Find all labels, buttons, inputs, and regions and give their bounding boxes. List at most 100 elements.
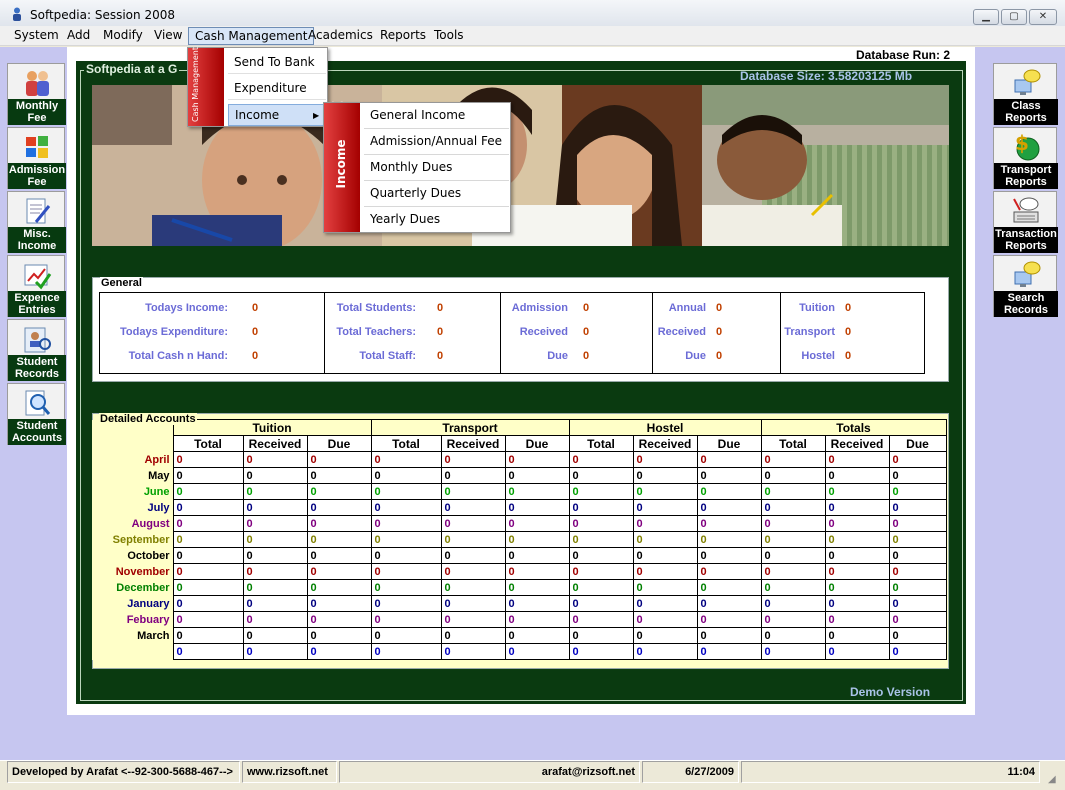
amount-cell: 0 (760, 483, 826, 500)
amount-cell: 0 (242, 451, 308, 468)
amount-cell: 0 (632, 515, 698, 532)
menu-item-quarterly-dues[interactable]: Quarterly Dues (364, 181, 509, 207)
database-size: Database Size: 3.58203125 Mb (740, 69, 913, 83)
amount-cell: 0 (568, 483, 634, 500)
amount-cell: 0 (760, 467, 826, 484)
amount-cell: 0 (242, 531, 308, 548)
amount-cell: 0 (440, 579, 506, 596)
general-label: Total Students: (336, 302, 416, 314)
svg-text:$: $ (1015, 132, 1029, 155)
amount-cell: 0 (632, 643, 698, 660)
column-header: Received (440, 435, 506, 452)
window-title: Softpedia: Session 2008 (30, 8, 175, 22)
menu-item-send-to-bank[interactable]: Send To Bank (228, 52, 326, 74)
menu-item-admission-annual-fee[interactable]: Admission/Annual Fee (364, 129, 509, 155)
amount-cell: 0 (370, 483, 442, 500)
admission-fee-button[interactable]: Admission Fee (7, 127, 66, 189)
amount-cell: 0 (242, 643, 308, 660)
menu-item-income[interactable]: Income (228, 104, 326, 126)
menu-view[interactable]: View (148, 27, 188, 45)
amount-cell: 0 (306, 563, 372, 580)
menu-item-monthly-dues[interactable]: Monthly Dues (364, 155, 509, 181)
corner-cell (92, 435, 173, 452)
amount-cell: 0 (440, 499, 506, 516)
minimize-button[interactable]: ▁ (973, 9, 999, 25)
amount-cell: 0 (888, 595, 947, 612)
windows-flag-icon (26, 136, 48, 158)
amount-cell: 0 (760, 563, 826, 580)
amount-cell: 0 (370, 595, 442, 612)
menu-tools[interactable]: Tools (428, 27, 470, 45)
month-label: June (92, 483, 173, 500)
status-date: 6/27/2009 (642, 761, 739, 783)
amount-cell: 0 (568, 595, 634, 612)
menu-academics[interactable]: Academics (302, 27, 379, 45)
amount-cell: 0 (242, 467, 308, 484)
table-row: March 0 0 0 0 0 0 0 0 0 0 0 0 (92, 627, 947, 644)
general-label: Hostel (801, 350, 835, 362)
menu-system[interactable]: System (8, 27, 65, 45)
search-records-button[interactable]: Search Records (993, 255, 1058, 317)
title-bar[interactable]: Softpedia: Session 2008 ▁ ▢ ✕ (0, 0, 1065, 28)
menu-reports[interactable]: Reports (374, 27, 432, 45)
general-value: 0 (845, 302, 852, 314)
amount-cell: 0 (370, 451, 442, 468)
amount-cell: 0 (632, 563, 698, 580)
monthly-fee-button[interactable]: Monthly Fee (7, 63, 66, 125)
menu-item-general-income[interactable]: General Income (364, 103, 509, 129)
amount-cell: 0 (696, 611, 762, 628)
month-label: Febuary (92, 611, 173, 628)
amount-cell: 0 (172, 483, 244, 500)
amount-cell: 0 (696, 595, 762, 612)
close-button[interactable]: ✕ (1029, 9, 1057, 25)
menu-item-yearly-dues[interactable]: Yearly Dues (364, 207, 509, 233)
column-header: Due (504, 435, 570, 452)
menu-cash-management[interactable]: Cash Management (188, 27, 315, 45)
income-submenu: Income General Income Admission/Annual F… (323, 102, 511, 233)
amount-cell: 0 (172, 499, 244, 516)
misc-income-button[interactable]: Misc. Income (7, 191, 66, 253)
transport-reports-button[interactable]: $ Transport Reports (993, 127, 1058, 189)
amount-cell: 0 (888, 467, 947, 484)
amount-cell: 0 (888, 451, 947, 468)
menu-modify[interactable]: Modify (97, 27, 149, 45)
menu-side-strip-label: Cash Management (191, 47, 200, 122)
amount-cell: 0 (824, 515, 890, 532)
amount-cell: 0 (242, 611, 308, 628)
amount-cell: 0 (504, 595, 570, 612)
class-reports-button[interactable]: Class Reports (993, 63, 1058, 125)
amount-cell: 0 (242, 515, 308, 532)
student-accounts-button[interactable]: Student Accounts (7, 383, 66, 445)
amount-cell: 0 (504, 451, 570, 468)
month-label: November (92, 563, 173, 580)
column-header: Total (568, 435, 634, 452)
expence-entries-label: Expence Entries (8, 291, 66, 317)
amount-cell: 0 (632, 611, 698, 628)
maximize-button[interactable]: ▢ (1001, 9, 1027, 25)
amount-cell: 0 (888, 515, 947, 532)
amount-cell: 0 (370, 499, 442, 516)
amount-cell: 0 (172, 643, 244, 660)
amount-cell: 0 (888, 499, 947, 516)
student-records-button[interactable]: Student Records (7, 319, 66, 381)
transaction-reports-label: Transaction Reports (994, 227, 1058, 253)
expence-entries-button[interactable]: Expence Entries (7, 255, 66, 317)
amount-cell: 0 (760, 611, 826, 628)
amount-cell: 0 (824, 547, 890, 564)
general-label: Total Teachers: (336, 326, 416, 338)
month-label: April (92, 451, 173, 468)
amount-cell: 0 (568, 451, 634, 468)
amount-cell: 0 (696, 627, 762, 644)
transaction-reports-button[interactable]: Transaction Reports (993, 191, 1058, 253)
amount-cell: 0 (568, 627, 634, 644)
amount-cell: 0 (696, 483, 762, 500)
resize-grip-icon[interactable]: ◢ (1048, 774, 1056, 785)
amount-cell: 0 (370, 627, 442, 644)
menu-item-expenditure[interactable]: Expenditure (228, 78, 326, 100)
general-label: Received (519, 326, 568, 338)
amount-cell: 0 (632, 627, 698, 644)
amount-cell: 0 (568, 611, 634, 628)
menu-add[interactable]: Add (61, 27, 96, 45)
amount-cell: 0 (696, 451, 762, 468)
table-row: April 0 0 0 0 0 0 0 0 0 0 0 0 (92, 451, 947, 468)
